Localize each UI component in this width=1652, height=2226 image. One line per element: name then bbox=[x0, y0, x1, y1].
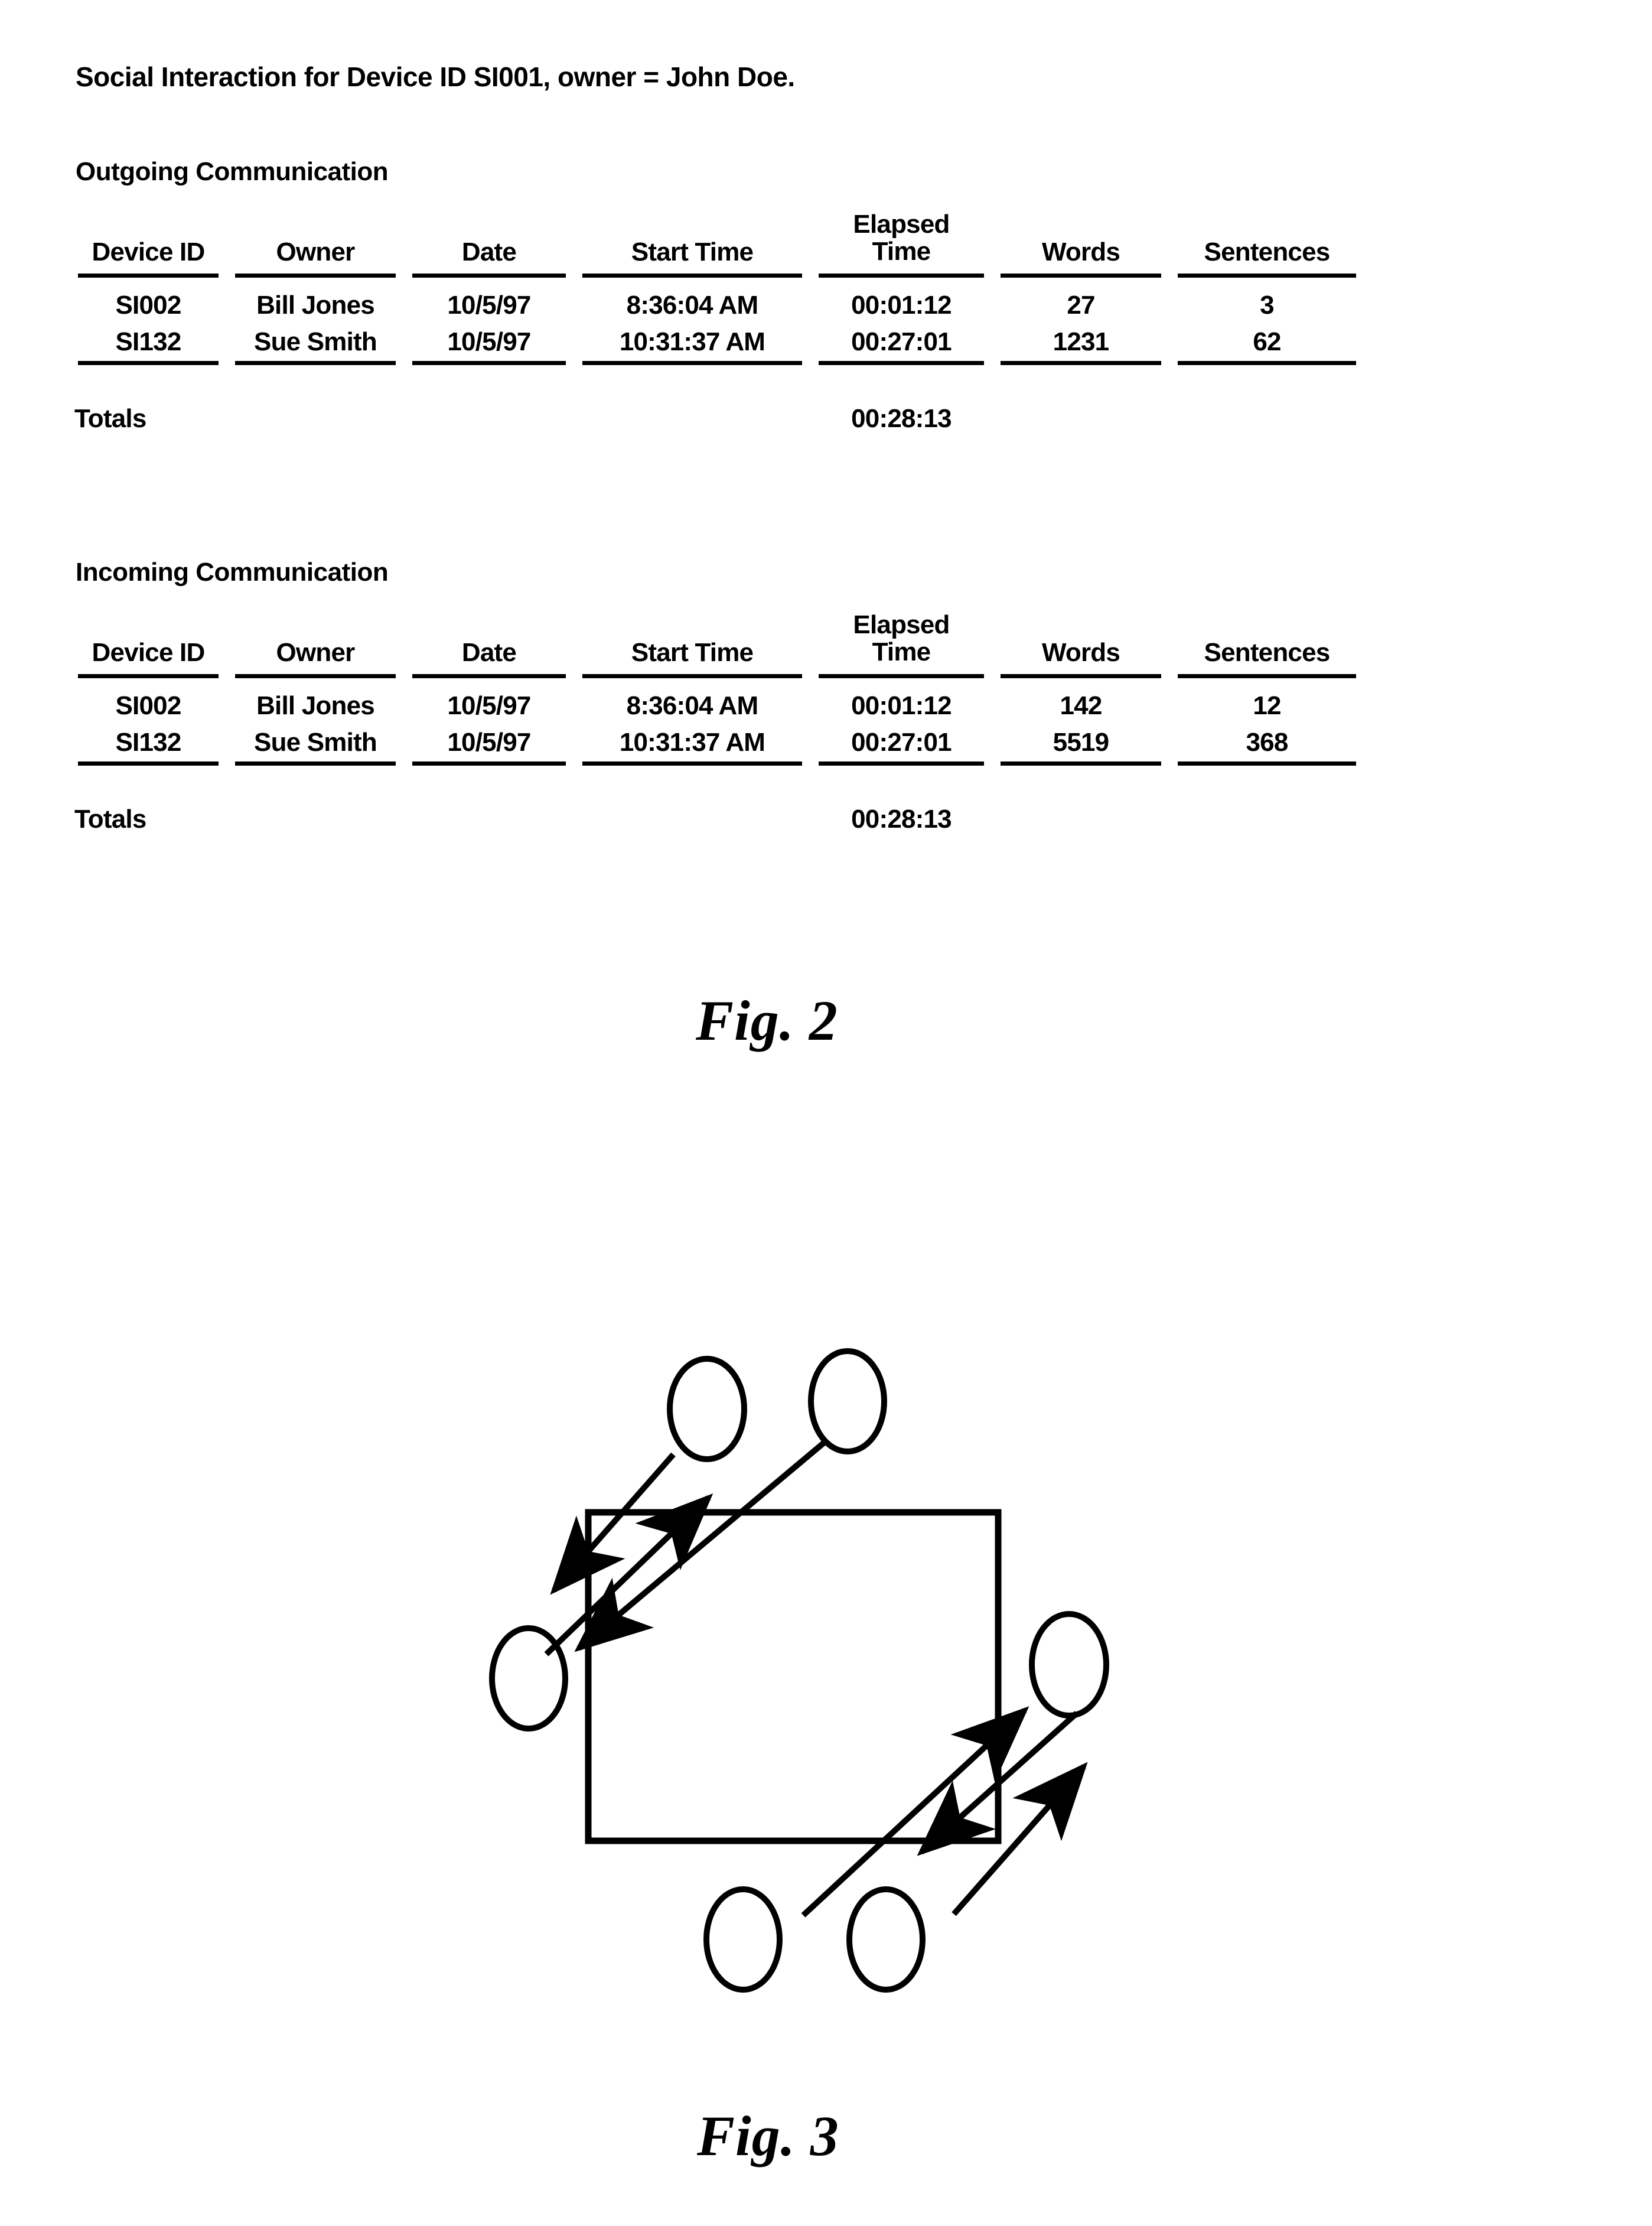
cell-words: 142 bbox=[1060, 691, 1102, 720]
column-header-elapsed-time-line1: Elapsed bbox=[853, 610, 950, 639]
incoming-communication-table: Device ID Owner Date Start Time Elapsed … bbox=[70, 598, 1364, 834]
totals-sentences-cell bbox=[1169, 757, 1364, 834]
column-header-words: Words bbox=[992, 598, 1169, 678]
totals-label: Totals bbox=[74, 805, 146, 834]
column-header-elapsed-time-line1: Elapsed bbox=[853, 209, 950, 239]
cell-words: 27 bbox=[1067, 291, 1095, 320]
participant-ellipse-top-left bbox=[667, 1356, 747, 1462]
cell-elapsed-time: 00:01:12 bbox=[851, 291, 952, 320]
column-header-sentences: Sentences bbox=[1169, 197, 1364, 278]
cell-start-time: 8:36:04 AM bbox=[626, 291, 758, 320]
table-row: SI132 Sue Smith 10/5/97 10:31:37 AM 00:2… bbox=[70, 721, 1364, 766]
cell-date: 10/5/97 bbox=[447, 291, 531, 320]
cell-owner: Bill Jones bbox=[256, 291, 375, 320]
communication-arrow-outbound-upper-left bbox=[544, 1493, 713, 1657]
cell-device-id: SI132 bbox=[70, 721, 227, 766]
cell-start-time: 8:36:04 AM bbox=[626, 691, 758, 720]
table-body: SI002 Bill Jones 10/5/97 8:36:04 AM 00:0… bbox=[70, 269, 1364, 434]
column-header-elapsed-time: Elapsed Time bbox=[810, 598, 992, 678]
totals-date-cell bbox=[404, 757, 574, 834]
cell-words: 1231 bbox=[992, 320, 1169, 365]
communication-arrow-outbound-lower-left bbox=[801, 1706, 1029, 1918]
cell-sentences: 12 bbox=[1253, 691, 1281, 720]
totals-row: Totals 00:28:13 bbox=[70, 357, 1364, 434]
figure-3-svg bbox=[489, 1348, 1109, 1993]
table-row: SI002 Bill Jones 10/5/97 8:36:04 AM 00:0… bbox=[70, 670, 1364, 721]
totals-elapsed-time: 00:28:13 bbox=[851, 404, 952, 433]
column-header-device-id: Device ID bbox=[70, 197, 227, 278]
column-header-date: Date bbox=[404, 197, 574, 278]
figure-3-caption: Fig. 3 bbox=[697, 2104, 839, 2168]
totals-label: Totals bbox=[74, 404, 146, 433]
cell-start-time: 10:31:37 AM bbox=[574, 320, 810, 365]
cell-device-id: SI002 bbox=[115, 691, 182, 720]
totals-words-cell bbox=[992, 757, 1169, 834]
column-header-device-id: Device ID bbox=[70, 598, 227, 678]
participant-ellipse-bottom-left bbox=[703, 1886, 783, 1993]
cell-date: 10/5/97 bbox=[404, 320, 574, 365]
outgoing-communication-table: Device ID Owner Date Start Time Elapsed … bbox=[70, 197, 1364, 434]
cell-elapsed-time: 00:27:01 bbox=[810, 721, 992, 766]
totals-sentences-cell bbox=[1169, 357, 1364, 434]
cell-device-id: SI002 bbox=[115, 291, 182, 320]
participant-ellipse-bottom-right bbox=[846, 1886, 926, 1993]
cell-elapsed-time: 00:27:01 bbox=[810, 320, 992, 365]
cell-words: 5519 bbox=[992, 721, 1169, 766]
cell-sentences: 368 bbox=[1169, 721, 1364, 766]
table-body: SI002 Bill Jones 10/5/97 8:36:04 AM 00:0… bbox=[70, 670, 1364, 834]
cell-owner: Sue Smith bbox=[227, 721, 404, 766]
column-header-owner: Owner bbox=[227, 598, 404, 678]
totals-date-cell bbox=[404, 357, 574, 434]
column-header-elapsed-time-line2: Time bbox=[872, 637, 931, 667]
participant-ellipse-right bbox=[1029, 1611, 1109, 1719]
section-heading-incoming: Incoming Communication bbox=[76, 558, 389, 587]
totals-start-time-cell bbox=[574, 757, 810, 834]
totals-owner-cell bbox=[227, 757, 404, 834]
totals-elapsed-time: 00:28:13 bbox=[851, 805, 952, 834]
figure-2-caption: Fig. 2 bbox=[696, 989, 838, 1052]
cell-owner: Sue Smith bbox=[227, 320, 404, 365]
column-header-owner: Owner bbox=[227, 197, 404, 278]
cell-sentences: 3 bbox=[1260, 291, 1274, 320]
table-header-row: Device ID Owner Date Start Time Elapsed … bbox=[70, 598, 1364, 678]
totals-owner-cell bbox=[227, 357, 404, 434]
section-heading-outgoing: Outgoing Communication bbox=[76, 157, 389, 186]
column-header-start-time: Start Time bbox=[574, 598, 810, 678]
totals-words-cell bbox=[992, 357, 1169, 434]
column-header-words: Words bbox=[992, 197, 1169, 278]
table-row: SI002 Bill Jones 10/5/97 8:36:04 AM 00:0… bbox=[70, 269, 1364, 320]
participant-ellipse-top-right bbox=[808, 1348, 887, 1454]
table-header: Device ID Owner Date Start Time Elapsed … bbox=[70, 598, 1364, 678]
cell-date: 10/5/97 bbox=[404, 721, 574, 766]
totals-row: Totals 00:28:13 bbox=[70, 757, 1364, 834]
totals-start-time-cell bbox=[574, 357, 810, 434]
column-header-date: Date bbox=[404, 598, 574, 678]
cell-device-id: SI132 bbox=[70, 320, 227, 365]
column-header-start-time: Start Time bbox=[574, 197, 810, 278]
cell-owner: Bill Jones bbox=[256, 691, 375, 720]
table-row: SI132 Sue Smith 10/5/97 10:31:37 AM 00:2… bbox=[70, 320, 1364, 365]
table-header-row: Device ID Owner Date Start Time Elapsed … bbox=[70, 197, 1364, 278]
cell-elapsed-time: 00:01:12 bbox=[851, 691, 952, 720]
communication-arrow-inbound-upper-right bbox=[574, 1438, 829, 1652]
cell-date: 10/5/97 bbox=[447, 691, 531, 720]
table-header: Device ID Owner Date Start Time Elapsed … bbox=[70, 197, 1364, 278]
column-header-sentences: Sentences bbox=[1169, 598, 1364, 678]
figure-3-diagram bbox=[449, 1300, 1193, 2038]
communication-arrow-inbound-upper-left bbox=[550, 1452, 676, 1595]
cell-start-time: 10:31:37 AM bbox=[574, 721, 810, 766]
cell-sentences: 62 bbox=[1169, 320, 1364, 365]
column-header-elapsed-time-line2: Time bbox=[872, 237, 931, 266]
page-title: Social Interaction for Device ID SI001, … bbox=[76, 61, 795, 92]
column-header-elapsed-time: Elapsed Time bbox=[810, 197, 992, 278]
